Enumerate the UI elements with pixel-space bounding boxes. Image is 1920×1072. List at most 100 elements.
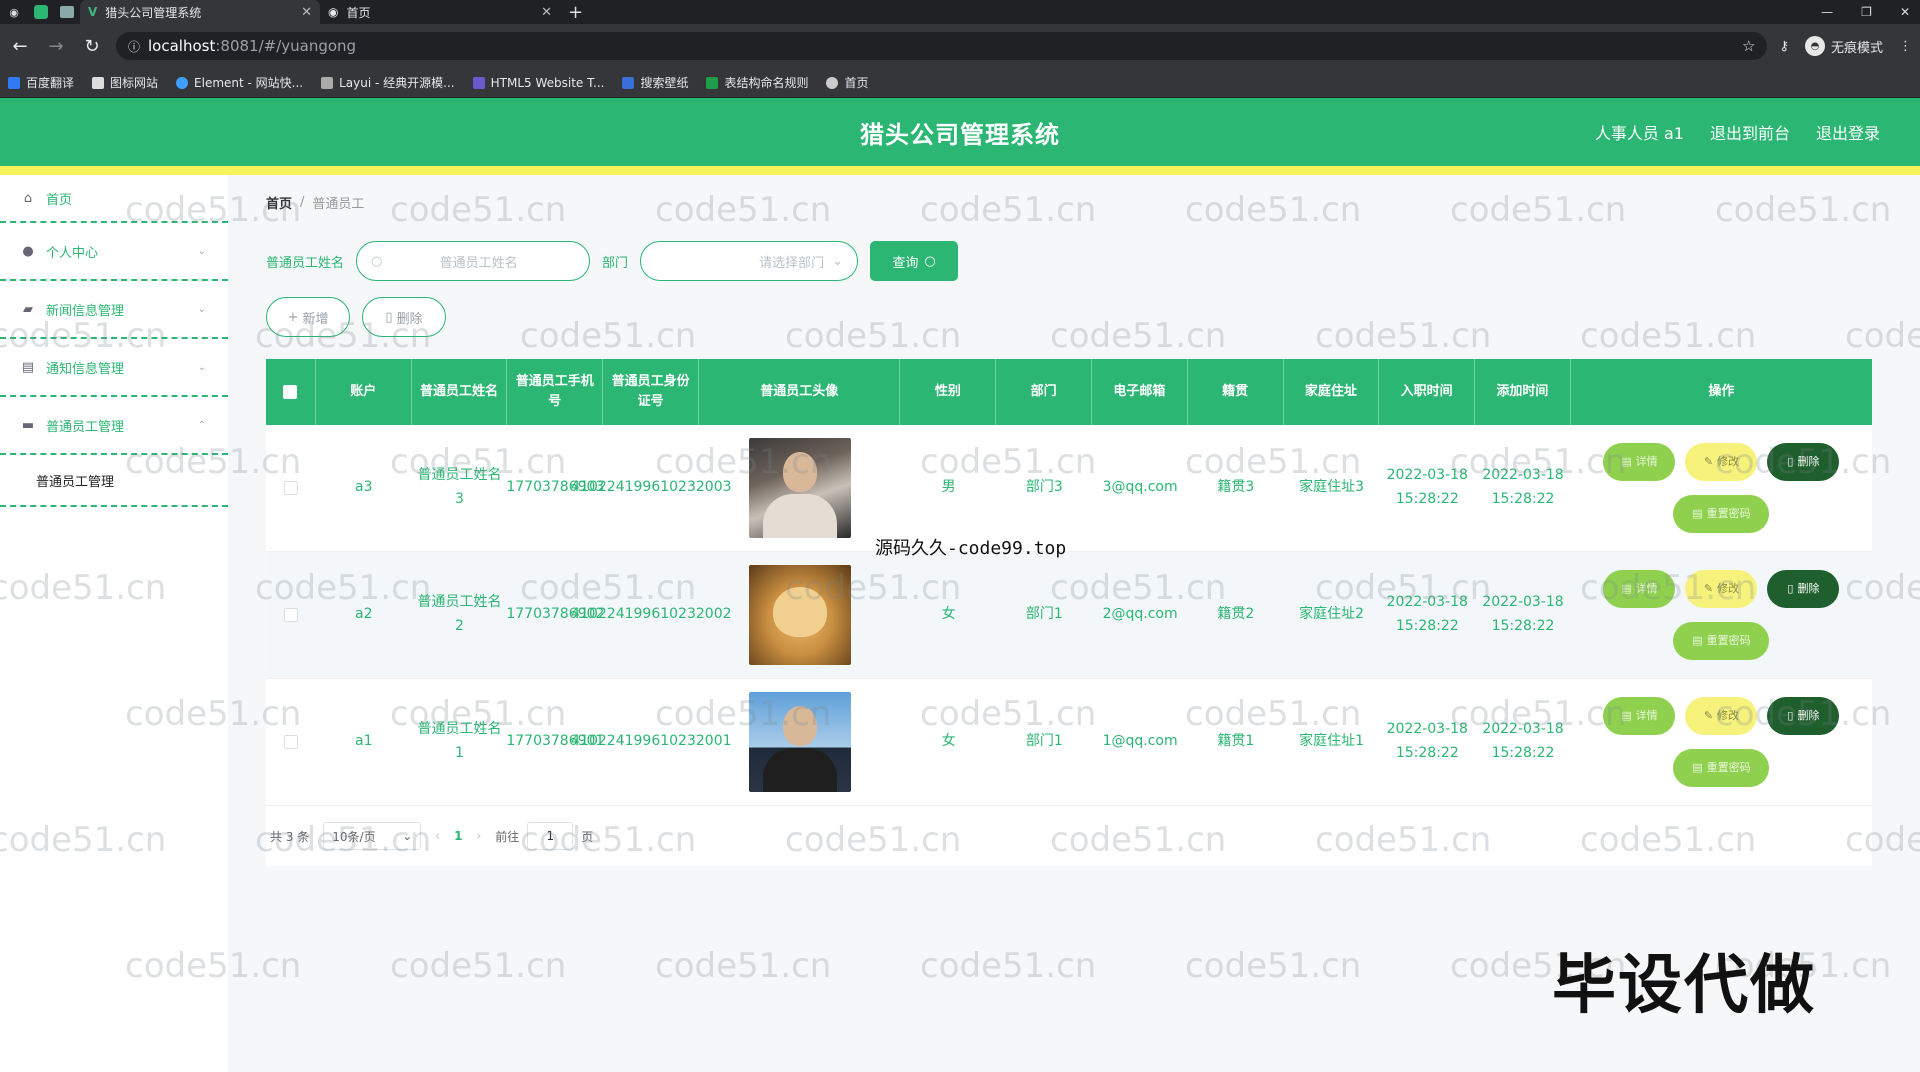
window-controls: — ❐ ✕ [1821, 0, 1910, 24]
goto-label: 前往 [495, 829, 520, 844]
tab-home[interactable]: ◉ 首页 ✕ [320, 0, 560, 24]
cell-native: 籍贯1 [1217, 733, 1255, 750]
delete-button[interactable]: ▯ 删除 [1767, 697, 1840, 735]
bookmark-item[interactable]: Element - 网站快... [176, 74, 303, 91]
info-icon[interactable]: ⓘ [128, 38, 140, 55]
name-search-input[interactable]: ○ 普通员工姓名 [356, 241, 591, 281]
reload-icon[interactable]: ↻ [80, 36, 104, 57]
name-filter-label: 普通员工姓名 [266, 255, 345, 271]
column-header[interactable]: 电子邮箱 [1092, 359, 1188, 425]
add-button[interactable]: + 新增 [266, 297, 350, 337]
detail-button[interactable]: ▤ 详情 [1603, 697, 1676, 735]
incognito-indicator[interactable]: ◓ 无痕模式 [1804, 36, 1883, 56]
cell-address: 家庭住址1 [1299, 733, 1365, 750]
dept-select[interactable]: 请选择部门 ⌄ [640, 241, 859, 281]
column-header[interactable]: 入职时间 [1379, 359, 1476, 425]
delete-button[interactable]: ▯ 删除 [1767, 443, 1840, 481]
browser-logo-icon[interactable]: ◉ [6, 4, 22, 20]
bookmark-item[interactable]: 百度翻译 [8, 74, 74, 91]
sidebar-item-notice[interactable]: ▤ 通知信息管理 ⌄ [0, 339, 228, 397]
sidebar-item-home[interactable]: ⌂ 首页 [0, 175, 228, 223]
detail-button[interactable]: ▤ 详情 [1603, 443, 1676, 481]
breadcrumb: 首页 / 普通员工 [266, 189, 1880, 215]
column-header[interactable]: 性别 [900, 359, 997, 425]
column-header[interactable]: 普通员工手机号 [507, 359, 604, 425]
select-all-checkbox[interactable] [283, 385, 298, 399]
column-header[interactable]: 籍贯 [1188, 359, 1284, 425]
minimize-icon[interactable]: — [1821, 5, 1833, 19]
row-checkbox[interactable] [283, 608, 298, 622]
cell-sex: 男 [941, 479, 956, 496]
chevron-down-icon: ⌄ [402, 829, 413, 843]
incognito-icon: ◓ [1804, 36, 1825, 56]
column-header[interactable]: 部门 [996, 359, 1092, 425]
close-icon[interactable]: ✕ [541, 5, 552, 20]
cell-dept: 部门1 [1025, 733, 1063, 750]
column-header[interactable]: 普通员工头像 [699, 359, 901, 425]
sidebar-item-news[interactable]: ▰ 新闻信息管理 ⌄ [0, 281, 228, 339]
edit-button[interactable]: ✎ 修改 [1685, 443, 1758, 481]
avatar [749, 438, 852, 538]
sidebar-item-profile[interactable]: ● 个人中心 ⌄ [0, 223, 228, 281]
column-header[interactable]: 普通员工姓名 [412, 359, 508, 425]
bookmark-item[interactable]: 首页 [826, 74, 869, 91]
bookmark-item[interactable]: HTML5 Website T... [472, 76, 604, 90]
cell-dept: 部门1 [1025, 606, 1063, 623]
next-page-icon[interactable]: › [476, 829, 481, 843]
column-header[interactable]: 添加时间 [1475, 359, 1571, 425]
app-title: 猎头公司管理系统 [860, 120, 1060, 149]
sidebar-subitem-staff-manage[interactable]: 普通员工管理 [0, 455, 228, 507]
url-field[interactable]: ⓘ localhost:8081/#/yuangong ☆ [116, 32, 1768, 60]
sidebar-item-staff[interactable]: ▬ 普通员工管理 ⌃ [0, 397, 228, 455]
back-icon[interactable]: ← [8, 36, 32, 57]
back-to-front-link[interactable]: 退出到前台 [1710, 120, 1790, 144]
cell-dept: 部门3 [1025, 479, 1063, 496]
staff-icon: ▬ [21, 417, 35, 433]
window-close-icon[interactable]: ✕ [1900, 5, 1910, 19]
table-row: a1 普通员工姓名1 17703786901 41022419961023200… [266, 679, 1872, 806]
detail-button[interactable]: ▤ 详情 [1603, 570, 1676, 608]
edit-button[interactable]: ✎ 修改 [1685, 697, 1758, 735]
batch-delete-button[interactable]: ▯ 删除 [362, 297, 446, 337]
new-tab-icon[interactable]: + [568, 2, 583, 23]
query-button[interactable]: 查询 ○ [870, 241, 959, 281]
forward-icon[interactable]: → [44, 36, 68, 57]
cell-email: 1@qq.com [1102, 733, 1178, 750]
edit-button[interactable]: ✎ 修改 [1685, 570, 1758, 608]
prev-page-icon[interactable]: ‹ [435, 829, 440, 843]
logout-link[interactable]: 退出登录 [1816, 120, 1880, 144]
page-number-current[interactable]: 1 [454, 829, 462, 843]
bookmark-item[interactable]: 表结构命名规则 [706, 74, 808, 91]
url-path: :8081/#/yuangong [215, 37, 357, 55]
column-header[interactable]: 家庭住址 [1284, 359, 1380, 425]
menu-kebab-icon[interactable]: ⋮ [1899, 39, 1912, 54]
cell-name: 普通员工姓名3 [417, 467, 502, 507]
bookmark-item[interactable]: 图标网站 [92, 74, 158, 91]
restore-icon[interactable]: ❐ [1861, 5, 1872, 19]
column-header[interactable]: 普通员工身份证号 [603, 359, 699, 425]
bookmark-item[interactable]: Layui - 经典开源模... [321, 74, 455, 91]
star-icon[interactable]: ☆ [1742, 37, 1755, 55]
row-checkbox[interactable] [283, 735, 298, 749]
pinned-tab-icon[interactable] [34, 5, 48, 19]
sidebar: ⌂ 首页 ● 个人中心 ⌄ ▰ 新闻信息管理 ⌄ ▤ 通知信息管理 ⌄ ▬ 普通… [0, 175, 228, 1072]
breadcrumb-home[interactable]: 首页 [266, 193, 292, 212]
goto-page-input[interactable]: 1 [527, 822, 574, 850]
row-checkbox[interactable] [283, 481, 298, 495]
trash-icon: ▯ [1787, 708, 1794, 722]
pinned-tab-icon-2[interactable] [60, 6, 74, 18]
delete-button[interactable]: ▯ 删除 [1767, 570, 1840, 608]
key-icon[interactable]: ⚷ [1779, 39, 1789, 54]
close-icon[interactable]: ✕ [301, 5, 312, 20]
cell-email: 3@qq.com [1102, 479, 1178, 496]
reset-password-button[interactable]: ▤ 重置密码 [1673, 749, 1770, 787]
cell-join-time: 2022-03-18 15:28:22 [1386, 467, 1468, 507]
column-header[interactable]: 账户 [316, 359, 412, 425]
vue-icon: V [88, 5, 98, 19]
bookmark-item[interactable]: 搜索壁纸 [622, 74, 688, 91]
reset-password-button[interactable]: ▤ 重置密码 [1673, 495, 1770, 533]
page-size-select[interactable]: 10条/页 ⌄ [323, 822, 422, 850]
cell-name: 普通员工姓名2 [417, 594, 502, 634]
reset-password-button[interactable]: ▤ 重置密码 [1673, 622, 1770, 660]
tab-active[interactable]: V 猎头公司管理系统 ✕ [80, 0, 320, 24]
